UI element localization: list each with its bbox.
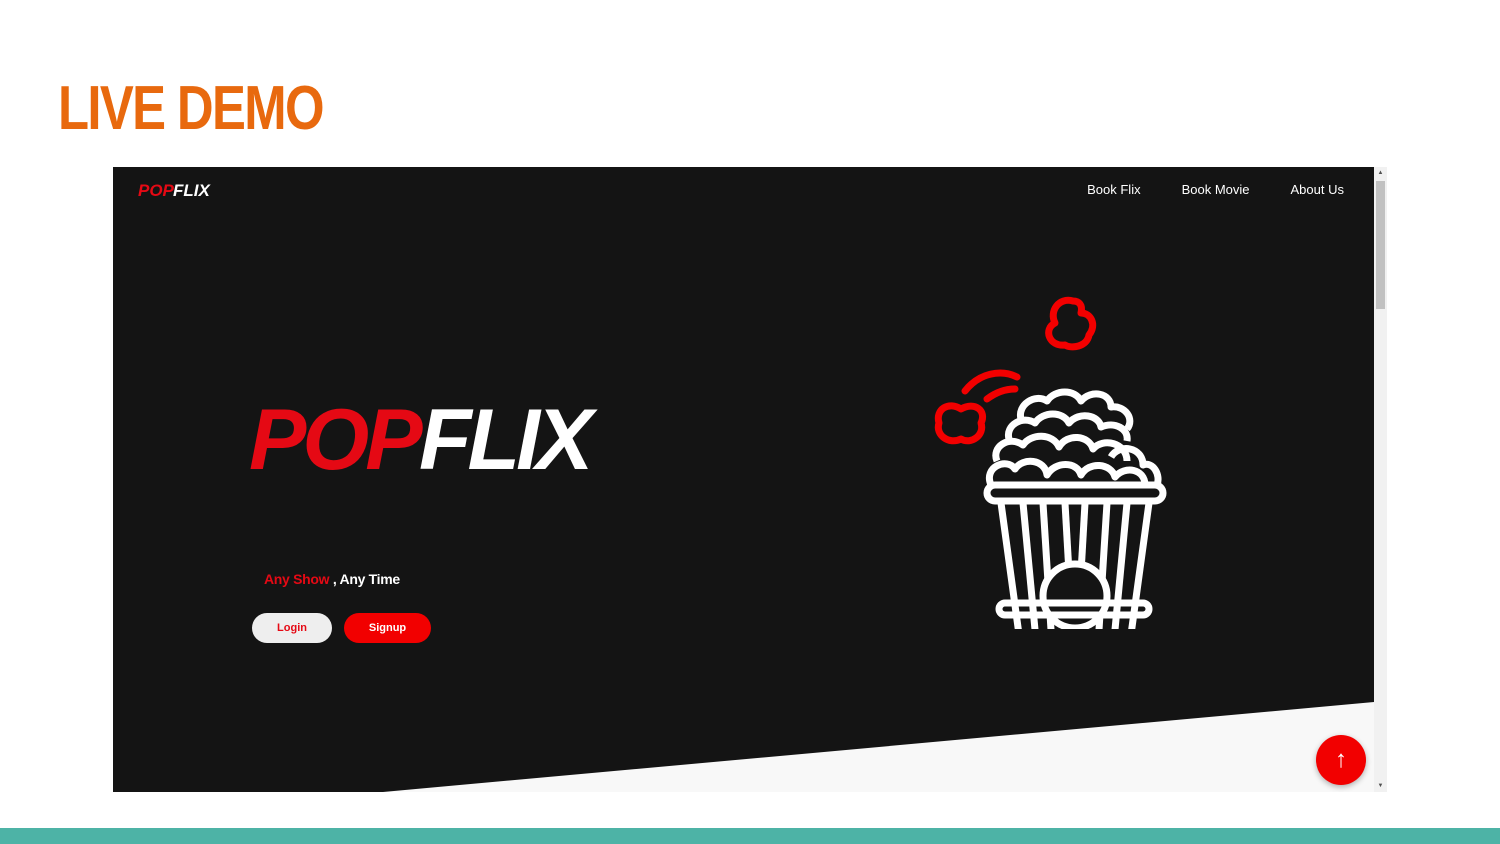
svg-text:POP: POP: [138, 181, 175, 200]
slide-title: LIVE DEMO: [58, 74, 325, 143]
tagline: Any Show , Any Time: [264, 571, 400, 587]
nav-links: Book Flix Book Movie About Us: [1087, 182, 1344, 197]
scrollbar-thumb[interactable]: [1376, 181, 1385, 309]
nav-link-book-flix[interactable]: Book Flix: [1087, 182, 1140, 197]
hero-logo: POP FLIX: [249, 392, 602, 481]
slide-bottom-bar: [0, 828, 1500, 844]
site-viewport: POP FLIX Book Flix Book Movie About Us P…: [113, 167, 1374, 792]
popcorn-bucket-icon: [934, 296, 1167, 629]
scroll-down-arrow-icon[interactable]: ▼: [1374, 780, 1387, 792]
svg-text:FLIX: FLIX: [419, 392, 598, 481]
vertical-scrollbar[interactable]: ▲ ▼: [1374, 167, 1387, 792]
nav-link-book-movie[interactable]: Book Movie: [1182, 182, 1250, 197]
login-button[interactable]: Login: [252, 613, 332, 643]
nav-logo[interactable]: POP FLIX: [137, 179, 217, 201]
signup-button[interactable]: Signup: [344, 613, 431, 643]
arrow-up-icon: ↑: [1335, 746, 1347, 773]
navbar: POP FLIX Book Flix Book Movie About Us: [113, 167, 1374, 215]
svg-text:FLIX: FLIX: [173, 181, 211, 200]
nav-link-about-us[interactable]: About Us: [1291, 182, 1344, 197]
scroll-up-arrow-icon[interactable]: ▲: [1374, 167, 1387, 179]
tagline-rest: , Any Time: [329, 571, 400, 587]
scroll-to-top-button[interactable]: ↑: [1316, 735, 1366, 785]
browser-window: POP FLIX Book Flix Book Movie About Us P…: [113, 167, 1387, 792]
tagline-highlight: Any Show: [264, 571, 330, 587]
svg-text:POP: POP: [249, 392, 423, 481]
